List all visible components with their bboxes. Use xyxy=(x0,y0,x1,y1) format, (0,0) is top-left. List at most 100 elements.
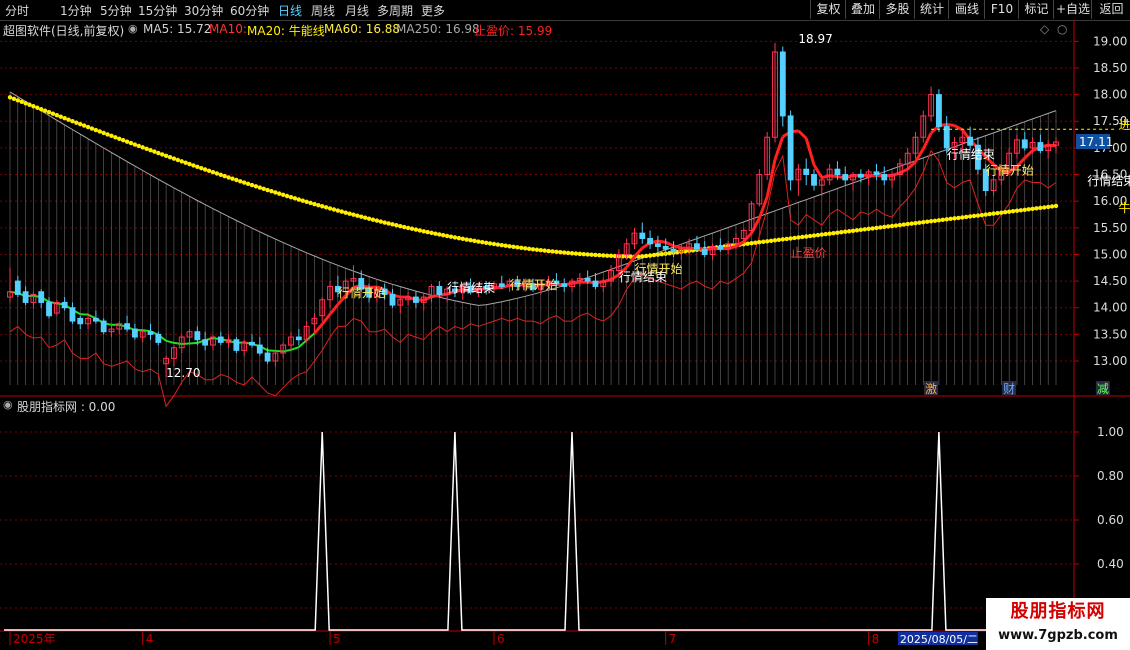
ma20-dot xyxy=(1003,209,1008,215)
toolbar-button-2[interactable]: 多股 xyxy=(879,0,915,19)
trend-line-segment xyxy=(142,329,151,333)
ma20-dot xyxy=(378,219,383,224)
trend-line-segment xyxy=(119,323,128,328)
trend-line-segment xyxy=(1015,157,1026,168)
ma20-dot xyxy=(843,229,848,234)
ma20-dot xyxy=(425,229,430,235)
timeframe-tab-1[interactable]: 1分钟 xyxy=(60,2,92,19)
ma20-dot xyxy=(31,104,36,109)
candle-body xyxy=(358,277,365,290)
event-marker: 激 xyxy=(925,382,937,396)
ma20-dot xyxy=(105,132,110,137)
ma20-dot xyxy=(573,251,579,256)
ma20-dot xyxy=(757,240,762,245)
candle-body xyxy=(420,296,427,303)
candle-body xyxy=(561,283,568,287)
ma20-dot xyxy=(70,118,75,124)
timeframe-tab-8[interactable]: 月线 xyxy=(345,2,369,19)
ma20-dot xyxy=(491,241,497,247)
timeframe-tab-2[interactable]: 5分钟 xyxy=(100,2,132,19)
trend-line-segment xyxy=(829,174,838,179)
candle-body xyxy=(975,144,981,170)
ma20-dot xyxy=(19,99,24,104)
ma20-dot xyxy=(234,177,239,183)
ma20-dot xyxy=(694,247,700,253)
candle-body xyxy=(912,136,919,154)
candle-body xyxy=(576,277,583,282)
trend-line-segment xyxy=(821,174,831,180)
timeframe-tab-6[interactable]: 日线 xyxy=(278,2,302,19)
ma20-dot xyxy=(558,250,563,255)
timeframe-tab-5[interactable]: 60分钟 xyxy=(230,2,269,19)
ma20-dot xyxy=(827,231,832,236)
toolbar-button-8[interactable]: 返回 xyxy=(1091,0,1130,19)
trend-line-segment xyxy=(501,283,510,289)
ma20-dot xyxy=(15,98,21,103)
ma20-dot xyxy=(921,219,926,225)
candle-body xyxy=(116,323,123,330)
candle-body xyxy=(959,136,966,144)
trend-line-segment xyxy=(71,308,81,316)
candle-body xyxy=(748,203,755,231)
trend-line-segment xyxy=(470,287,479,293)
chart-annotation: 行情开始 xyxy=(986,164,1034,178)
stock-title[interactable]: 超图软件(日线,前复权) xyxy=(3,22,124,39)
candle-body xyxy=(522,283,529,287)
cursor-date-label: 2025/08/05/二 xyxy=(900,633,978,646)
ma20-dot xyxy=(429,230,434,236)
toolbar-button-4[interactable]: 画线 xyxy=(948,0,985,19)
toolbar-button-5[interactable]: F10 xyxy=(984,0,1019,19)
trend-line-segment xyxy=(189,341,198,345)
trend-line-segment xyxy=(782,130,792,138)
timeframe-tab-0[interactable]: 分时 xyxy=(5,2,29,19)
timeframe-tab-3[interactable]: 15分钟 xyxy=(138,2,177,19)
last-price-label: 17.11 xyxy=(1079,135,1113,149)
circle-dropdown-icon[interactable]: ◉ xyxy=(3,398,13,411)
candle-body xyxy=(46,301,52,317)
trend-line-segment xyxy=(415,298,424,302)
ma20-dot xyxy=(671,250,676,255)
toolbar-button-3[interactable]: 统计 xyxy=(914,0,949,19)
cursor-date-box xyxy=(897,632,978,645)
ma20-dot xyxy=(612,253,618,259)
toolbar-button-7[interactable]: +自选 xyxy=(1053,0,1092,19)
sub-tick-label: 0.60 xyxy=(1097,513,1124,527)
candle-body xyxy=(61,301,68,309)
ma20-dot xyxy=(811,233,817,238)
ma20-dot xyxy=(195,164,200,170)
ma20-dot xyxy=(764,239,770,244)
ma20-dot xyxy=(327,206,333,211)
toolbar-button-1[interactable]: 叠加 xyxy=(845,0,880,19)
candle-body xyxy=(615,253,622,271)
toolbar-button-6[interactable]: 标记 xyxy=(1018,0,1054,19)
timeframe-tab-9[interactable]: 多周期 xyxy=(377,2,413,19)
ma20-dot xyxy=(554,249,559,255)
trend-line-segment xyxy=(423,295,433,302)
candle-body xyxy=(600,280,607,287)
candle-body xyxy=(826,168,833,181)
sub-tick-label: 1.00 xyxy=(1097,425,1124,439)
circle-icon[interactable]: ○ xyxy=(1057,22,1067,36)
diamond-icon[interactable]: ◇ xyxy=(1040,22,1049,36)
event-marker-box xyxy=(1095,381,1110,395)
candle-body xyxy=(22,291,29,303)
ma20-dot xyxy=(308,200,313,206)
trend-line-segment xyxy=(56,302,65,306)
candle-body xyxy=(842,174,849,181)
trend-line-segment xyxy=(64,303,74,311)
timeframe-tab-7[interactable]: 周线 xyxy=(311,2,335,19)
ma20-dot xyxy=(800,234,805,240)
timeframe-tab-10[interactable]: 更多 xyxy=(421,2,445,19)
circle-dropdown-icon[interactable]: ◉ xyxy=(128,22,138,35)
candle-body xyxy=(654,243,661,247)
candle-body xyxy=(725,243,732,250)
sub-tick-label: 0.40 xyxy=(1097,557,1124,571)
toolbar-button-0[interactable]: 复权 xyxy=(810,0,846,19)
ma20-dot xyxy=(593,252,598,258)
timeframe-tab-4[interactable]: 30分钟 xyxy=(184,2,223,19)
ma20-dot xyxy=(632,254,637,259)
ma20-dot xyxy=(249,182,255,188)
ma20-dot xyxy=(343,210,348,215)
ma20-dot xyxy=(409,226,415,231)
trend-line-segment xyxy=(157,334,167,342)
